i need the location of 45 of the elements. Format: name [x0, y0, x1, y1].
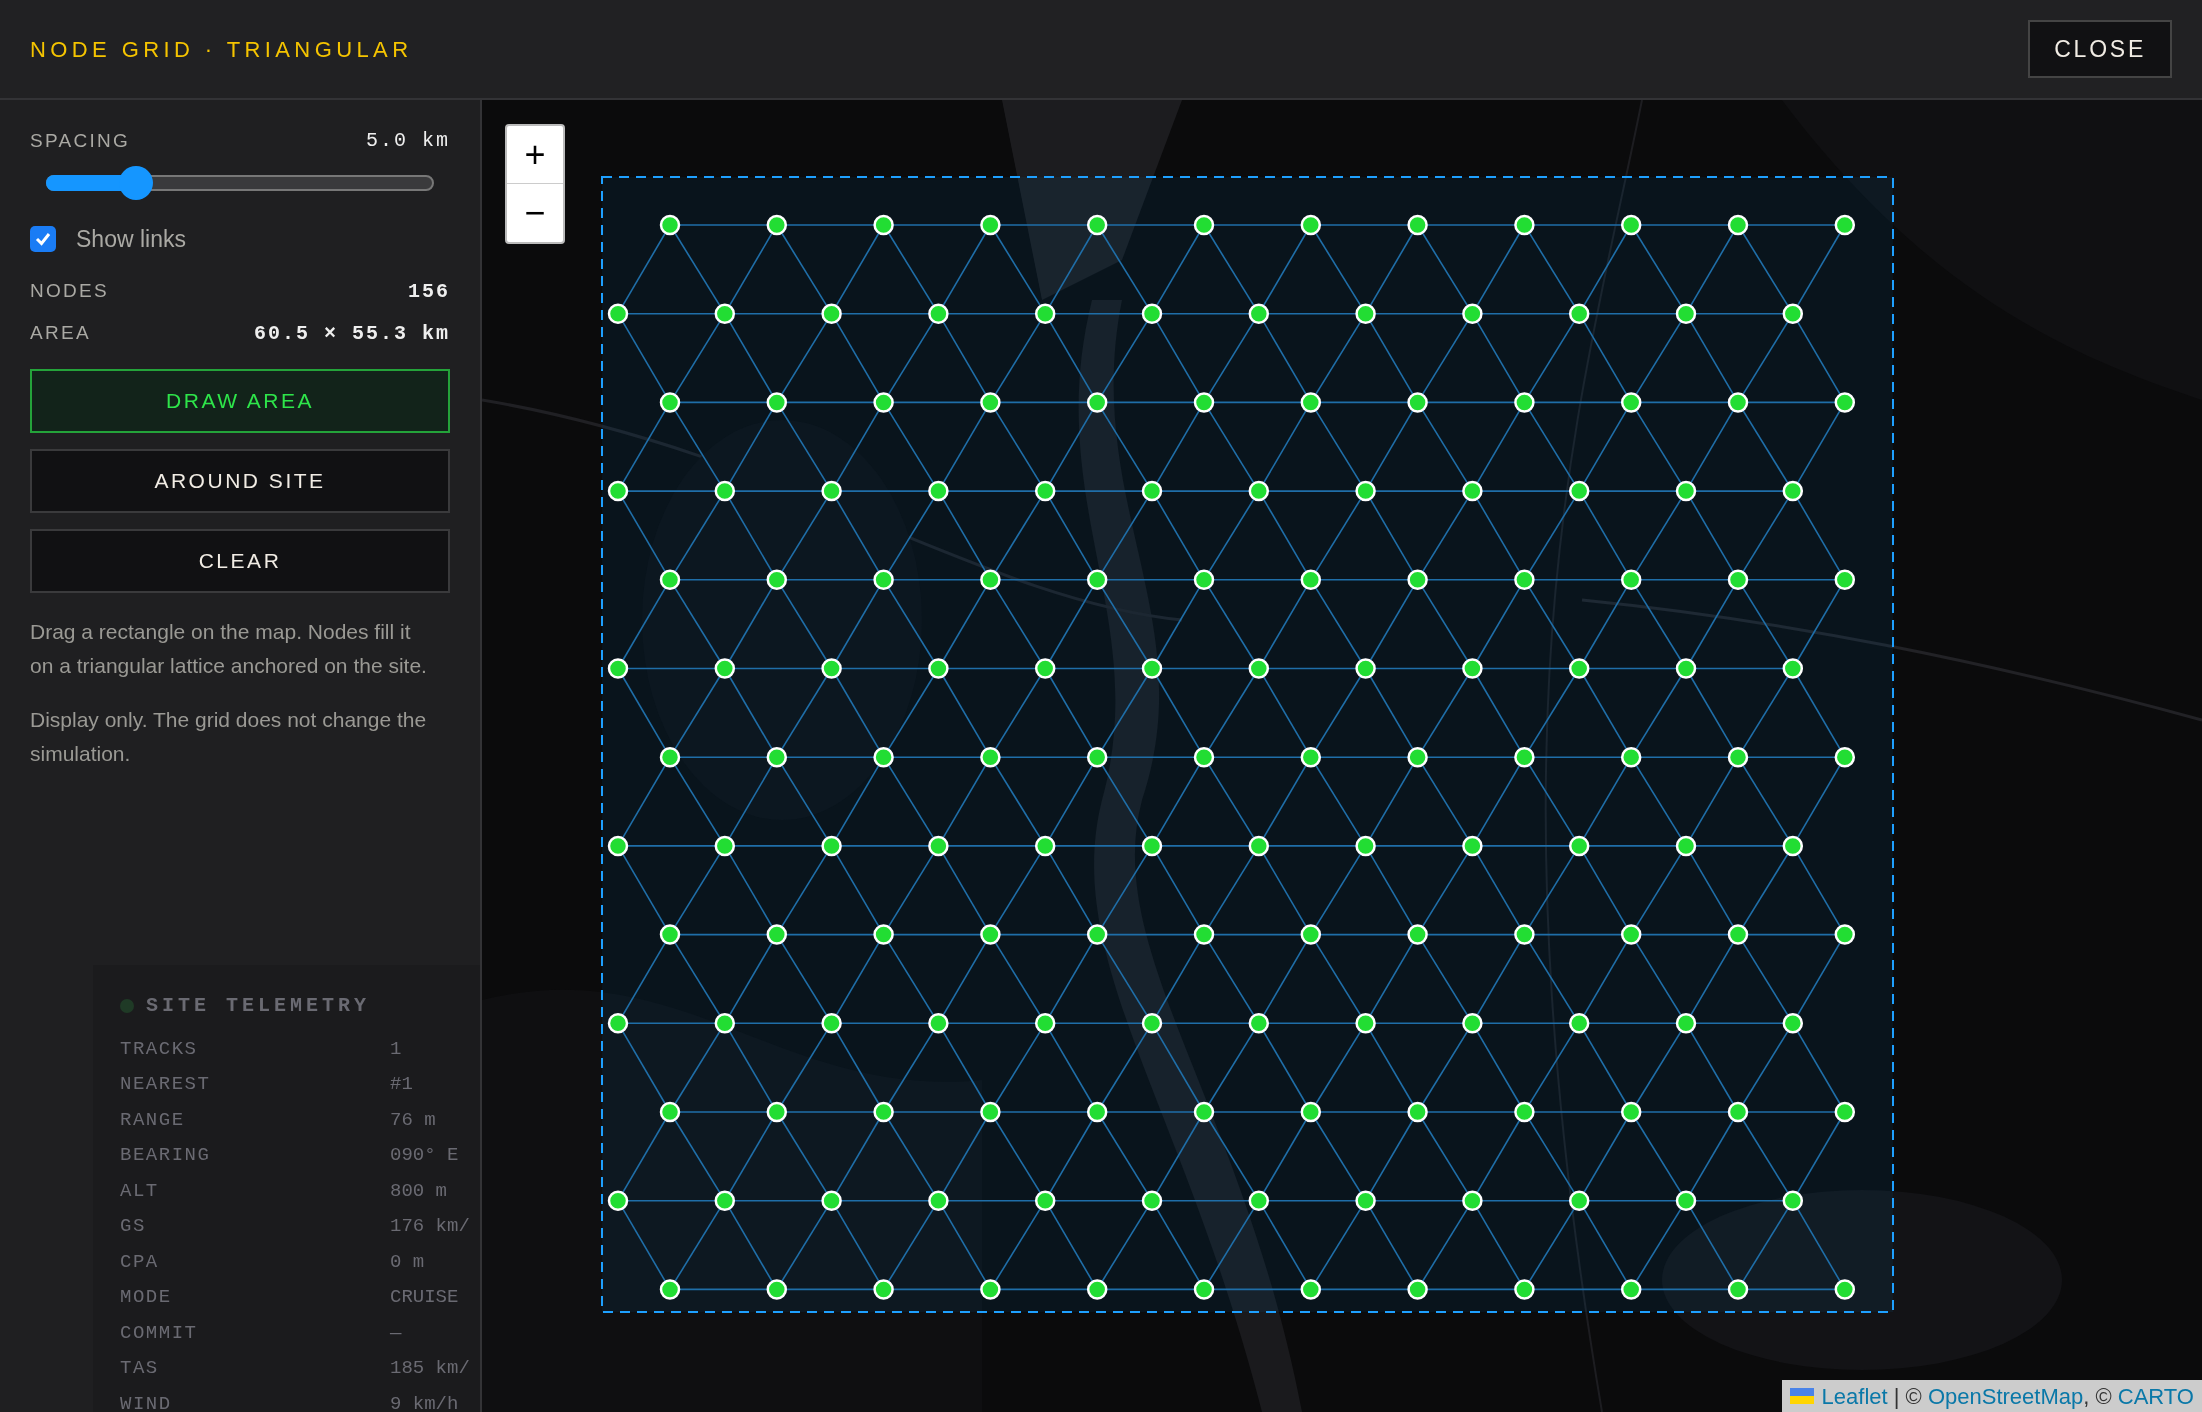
telemetry-label: TRACKS [120, 1036, 199, 1062]
telemetry-value: 800 m [390, 1178, 447, 1204]
telemetry-value: CRUISE [390, 1285, 459, 1310]
stat-value: 156 [408, 278, 450, 305]
zoom-out-button[interactable]: − [507, 184, 563, 242]
telemetry-label: MODE [120, 1285, 173, 1310]
telemetry-value: 9 km/h [390, 1391, 459, 1412]
zoom-in-button[interactable]: + [507, 126, 563, 184]
telemetry-value: #1 [390, 1072, 413, 1097]
telemetry-label: RANGE [120, 1107, 186, 1133]
help-text: Display only. The grid does not change the simulation. [30, 706, 428, 767]
slider-thumb[interactable] [119, 166, 154, 200]
telemetry-value: 76 m [390, 1107, 436, 1133]
stat-value: 60.5 × 55.3 km [253, 320, 450, 347]
dialog-title: NODE GRID · TRIANGULAR [30, 35, 413, 64]
spacing-value: 5.0 km [366, 128, 450, 154]
telemetry-value: 090° E [390, 1143, 459, 1168]
telemetry-label: NEAREST [120, 1072, 212, 1097]
action-button[interactable]: DRAW AREA [30, 368, 450, 433]
telemetry-label: ALT [120, 1178, 160, 1204]
telemetry-value: 176 km/ [390, 1214, 470, 1239]
flag-icon [1789, 1388, 1814, 1404]
action-button[interactable]: CLEAR [30, 528, 450, 593]
telemetry-value: — [390, 1320, 402, 1346]
telemetry-title: SITE TELEMETRY [146, 993, 371, 1019]
telemetry-label: WIND [120, 1391, 173, 1412]
telemetry-label: TAS [120, 1356, 160, 1381]
check-icon [34, 230, 52, 249]
spacing-label: SPACING [30, 128, 131, 153]
close-button[interactable]: CLOSE [2028, 20, 2172, 78]
telemetry-label: CPA [120, 1249, 160, 1275]
attribution-text: | © [1892, 1382, 1923, 1411]
stat-label: AREA [30, 321, 91, 346]
telemetry-label: GS [120, 1214, 147, 1239]
telemetry-label: BEARING [120, 1143, 212, 1168]
stat-label: NODES [30, 279, 109, 304]
show-links-label: Show links [76, 225, 186, 254]
telemetry-value: 1 [390, 1036, 402, 1062]
telemetry-label: COMMIT [120, 1320, 199, 1346]
telemetry-value: 185 km/ [390, 1356, 470, 1381]
telemetry-value: 0 m [390, 1249, 425, 1275]
attribution-text: , © [2083, 1382, 2113, 1411]
help-text: Drag a rectangle on the map. Nodes fill it on a triangular lattice anchored on the site. [30, 618, 428, 679]
show-links-checkbox[interactable] [30, 226, 56, 253]
action-button[interactable]: AROUND SITE [30, 448, 450, 513]
